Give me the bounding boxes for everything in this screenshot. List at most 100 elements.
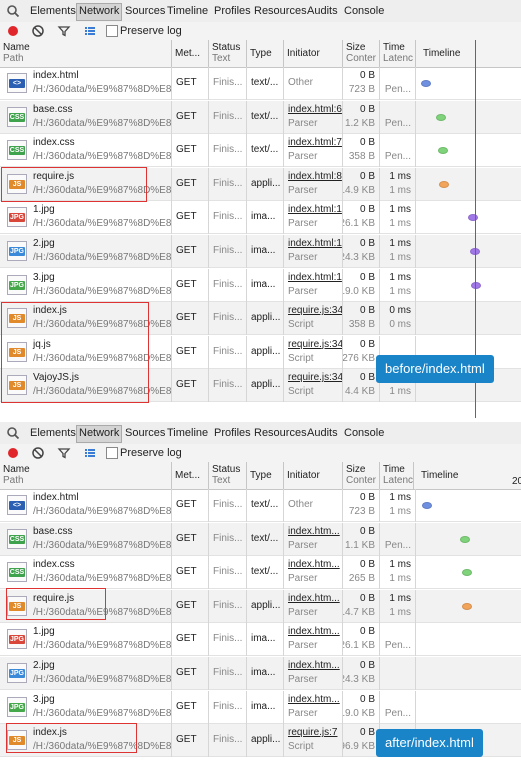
initiator-link[interactable]: index.htm... — [288, 559, 340, 570]
search-icon[interactable] — [6, 426, 20, 440]
name-cell[interactable]: JPG 3.jpg/H:/360data/%E9%87%8D%E8 — [0, 268, 172, 302]
initiator-cell[interactable]: index.htm... Parser — [284, 522, 343, 556]
col-time[interactable]: Time Latenc — [380, 40, 416, 67]
name-cell[interactable]: JPG 2.jpg/H:/360data/%E9%87%8D%E8 — [0, 235, 172, 268]
tab-elements[interactable]: Elements — [28, 425, 78, 441]
table-row[interactable]: <> index.html/H:/360data/%E9%87%8D%E8 GET F… — [0, 489, 521, 522]
name-cell[interactable]: JPG 1.jpg/H:/360data/%E9%87%8D%E8 — [0, 623, 172, 657]
filter-icon[interactable] — [57, 446, 71, 460]
initiator-link[interactable]: index.html:1 — [288, 272, 342, 283]
initiator-link[interactable]: index.html:8 — [288, 171, 342, 182]
name-cell[interactable]: JPG 3.jpg/H:/360data/%E9%87%8D%E8 — [0, 690, 172, 724]
table-row[interactable]: JPG 1.jpg/H:/360data/%E9%87%8D%E8 GET Finis… — [0, 201, 521, 235]
col-size[interactable]: Size Conter — [343, 40, 380, 67]
initiator-link[interactable]: require.js:34 — [288, 305, 342, 316]
initiator-link[interactable]: index.html:1 — [288, 238, 342, 249]
col-method[interactable]: Met... — [172, 40, 209, 67]
table-row[interactable]: CSS base.css/H:/360data/%E9%87%8D%E8 GET Fi… — [0, 522, 521, 556]
col-type[interactable]: Type — [247, 462, 284, 489]
tab-network[interactable]: Network — [76, 3, 123, 21]
list-view-icon[interactable] — [83, 24, 97, 38]
initiator-link[interactable]: index.htm... — [288, 694, 340, 705]
initiator-link[interactable]: index.htm... — [288, 526, 340, 537]
list-view-icon[interactable] — [83, 446, 97, 460]
initiator-link[interactable]: index.html:1 — [288, 204, 342, 215]
col-initiator[interactable]: Initiator — [284, 462, 343, 489]
initiator-link[interactable]: index.html:7 — [288, 137, 342, 148]
record-icon[interactable] — [6, 24, 20, 38]
col-name[interactable]: Name Path — [0, 40, 172, 67]
name-cell[interactable]: JPG 1.jpg/H:/360data/%E9%87%8D%E8 — [0, 201, 172, 235]
name-cell[interactable]: CSS index.css/H:/360data/%E9%87%8D%E8 — [0, 556, 172, 590]
preserve-log-checkbox[interactable] — [106, 447, 118, 459]
initiator-link[interactable]: index.htm... — [288, 626, 340, 637]
clear-icon[interactable] — [31, 446, 45, 460]
col-size[interactable]: Size Conter — [343, 462, 380, 489]
name-cell[interactable]: <> index.html/H:/360data/%E9%87%8D%E8 — [0, 67, 172, 100]
initiator-link[interactable]: require.js:34 — [288, 372, 342, 383]
initiator-link[interactable]: index.html:6 — [288, 104, 342, 115]
col-method[interactable]: Met... — [172, 462, 209, 489]
filter-icon[interactable] — [57, 24, 71, 38]
tab-timeline[interactable]: Timeline — [165, 425, 210, 441]
preserve-log-checkbox[interactable] — [106, 25, 118, 37]
tab-resources[interactable]: Resources — [252, 3, 309, 19]
col-status[interactable]: Status Text — [209, 462, 247, 489]
col-initiator[interactable]: Initiator — [284, 40, 343, 67]
tab-profiles[interactable]: Profiles — [212, 425, 253, 441]
initiator-cell[interactable]: index.html:6 Parser — [284, 100, 343, 134]
initiator-cell[interactable]: index.htm... Parser — [284, 690, 343, 724]
initiator-cell[interactable]: require.js:34 Script — [284, 369, 343, 403]
tab-resources[interactable]: Resources — [252, 425, 309, 441]
col-status[interactable]: Status Text — [209, 40, 247, 67]
tab-audits[interactable]: Audits — [305, 425, 340, 441]
table-row[interactable]: CSS index.css/H:/360data/%E9%87%8D%E8 GET F… — [0, 556, 521, 590]
initiator-cell[interactable]: index.html:7 Parser — [284, 134, 343, 168]
col-type[interactable]: Type — [247, 40, 284, 67]
initiator-cell[interactable]: index.html:1 Parser — [284, 201, 343, 235]
name-cell[interactable]: CSS base.css/H:/360data/%E9%87%8D%E8 — [0, 522, 172, 556]
table-row[interactable]: JPG 3.jpg/H:/360data/%E9%87%8D%E8 GET Finis… — [0, 690, 521, 724]
initiator-cell[interactable]: index.html:8 Parser — [284, 167, 343, 201]
table-row[interactable]: JPG 1.jpg/H:/360data/%E9%87%8D%E8 GET Finis… — [0, 623, 521, 657]
col-timeline[interactable]: Timeline — [414, 462, 521, 489]
table-row[interactable]: <> index.html/H:/360data/%E9%87%8D%E8 GET F… — [0, 67, 521, 100]
initiator-link[interactable]: require.js:34 — [288, 339, 342, 350]
name-cell[interactable]: <> index.html/H:/360data/%E9%87%8D%E8 — [0, 489, 172, 522]
tab-network[interactable]: Network — [76, 425, 123, 443]
initiator-cell[interactable]: index.htm... Parser — [284, 657, 343, 690]
initiator-cell[interactable]: require.js:7 Script — [284, 724, 343, 758]
tab-console[interactable]: Console — [342, 3, 386, 19]
initiator-cell[interactable]: require.js:34 Script — [284, 335, 343, 369]
name-cell[interactable]: CSS base.css/H:/360data/%E9%87%8D%E8 — [0, 100, 172, 134]
table-row[interactable]: CSS base.css/H:/360data/%E9%87%8D%E8 GET Fi… — [0, 100, 521, 134]
name-cell[interactable]: JPG 2.jpg/H:/360data/%E9%87%8D%E8 — [0, 657, 172, 690]
initiator-link[interactable]: index.htm... — [288, 660, 340, 671]
record-icon[interactable] — [6, 446, 20, 460]
initiator-cell[interactable]: index.htm... Parser — [284, 623, 343, 657]
clear-icon[interactable] — [31, 24, 45, 38]
initiator-cell[interactable]: index.html:1 Parser — [284, 235, 343, 268]
search-icon[interactable] — [6, 4, 20, 18]
tab-sources[interactable]: Sources — [123, 3, 167, 19]
col-timeline[interactable]: Timeline — [416, 40, 521, 67]
initiator-link[interactable]: require.js:7 — [288, 727, 337, 738]
initiator-link[interactable]: index.htm... — [288, 593, 340, 604]
initiator-cell[interactable]: index.htm... Parser — [284, 589, 343, 623]
col-time[interactable]: Time Latenc — [380, 462, 414, 489]
tab-profiles[interactable]: Profiles — [212, 3, 253, 19]
tab-elements[interactable]: Elements — [28, 3, 78, 19]
tab-sources[interactable]: Sources — [123, 425, 167, 441]
tab-console[interactable]: Console — [342, 425, 386, 441]
tab-timeline[interactable]: Timeline — [165, 3, 210, 19]
name-cell[interactable]: CSS index.css/H:/360data/%E9%87%8D%E8 — [0, 134, 172, 168]
initiator-cell[interactable]: require.js:34 Script — [284, 302, 343, 336]
table-row[interactable]: JPG 2.jpg/H:/360data/%E9%87%8D%E8 GET Finis… — [0, 235, 521, 268]
table-row[interactable]: CSS index.css/H:/360data/%E9%87%8D%E8 GET F… — [0, 134, 521, 168]
initiator-cell[interactable]: index.html:1 Parser — [284, 268, 343, 302]
table-row[interactable]: JPG 2.jpg/H:/360data/%E9%87%8D%E8 GET Finis… — [0, 657, 521, 690]
table-row[interactable]: JPG 3.jpg/H:/360data/%E9%87%8D%E8 GET Finis… — [0, 268, 521, 302]
tab-audits[interactable]: Audits — [305, 3, 340, 19]
col-name[interactable]: Name Path — [0, 462, 172, 489]
initiator-cell[interactable]: index.htm... Parser — [284, 556, 343, 590]
